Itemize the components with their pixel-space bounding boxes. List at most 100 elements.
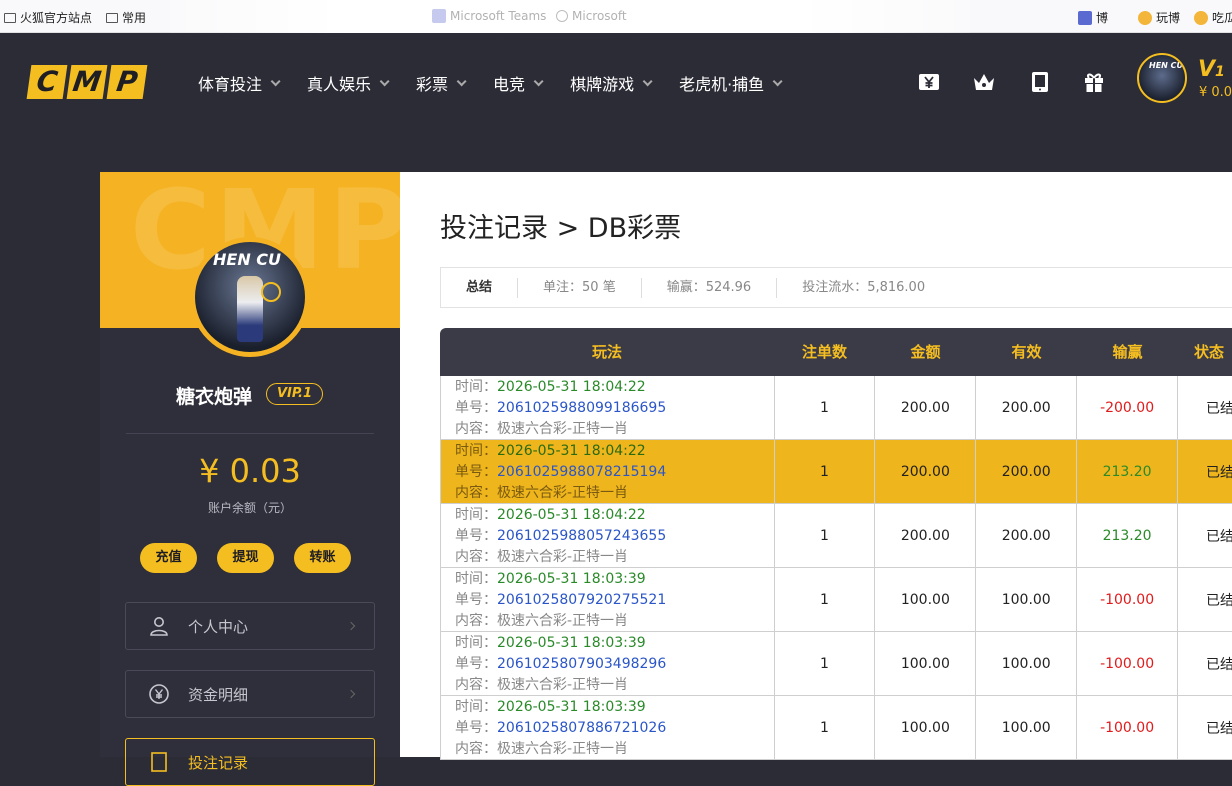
order-number-link[interactable]: 2061025807903498296 [497, 656, 666, 672]
bet-content: 极速六合彩-正特一肖 [497, 549, 629, 565]
nav-chess-games[interactable]: 棋牌游戏 [570, 71, 653, 95]
menu-bet-records[interactable]: 投注记录 [125, 738, 375, 786]
order-number-link[interactable]: 2061025988078215194 [497, 464, 666, 480]
team-logo [261, 282, 281, 302]
header-avatar[interactable]: HEN CU [1137, 53, 1187, 103]
order-label: 单号： [455, 592, 497, 608]
nav-esports[interactable]: 电竞 [493, 71, 544, 95]
vip-number: 1 [1215, 64, 1225, 80]
logo-letter: C [26, 65, 68, 99]
table-row[interactable]: 时间：2026-05-31 18:04:22 单号：206102598809918… [440, 376, 1232, 440]
order-label: 单号： [455, 464, 497, 480]
table-row[interactable]: 时间：2026-05-31 18:03:39 单号：206102580792027… [440, 568, 1232, 632]
nav-label: 棋牌游戏 [570, 75, 635, 94]
menu-personal-center[interactable]: 个人中心 [125, 602, 375, 650]
transfer-button[interactable]: 转账 [294, 543, 351, 573]
time-line: 时间：2026-05-31 18:03:39 [455, 569, 774, 590]
nav-slots-fishing[interactable]: 老虎机·捕鱼 [679, 71, 783, 95]
avatar-image: HEN CU [195, 242, 305, 352]
user-avatar[interactable]: HEN CU [190, 237, 310, 357]
bet-status: 已结 [1178, 568, 1232, 631]
bet-records-table: 玩法 注单数 金额 有效 输赢 状态 时间：2026-05-31 18:04:2… [440, 328, 1232, 760]
order-number-link[interactable]: 2061025807886721026 [497, 720, 666, 736]
gift-icon[interactable] [1082, 70, 1106, 94]
bet-amount: 200.00 [875, 440, 977, 503]
order-number-link[interactable]: 2061025988099186695 [497, 400, 666, 416]
site-header: C M P 体育投注 真人娱乐 彩票 电竞 棋牌游戏 老虎机·捕鱼 HEN CU… [0, 33, 1232, 133]
order-label: 单号： [455, 720, 497, 736]
chevron-down-icon [772, 75, 783, 86]
bookmark-item[interactable]: Microsoft [556, 9, 627, 23]
yen-card-icon[interactable] [917, 70, 941, 94]
order-line: 单号：2061025807920275521 [455, 590, 774, 611]
crown-icon[interactable] [972, 70, 996, 94]
bookmark-item[interactable]: 吃瓜 [1194, 9, 1232, 26]
bookmark-item[interactable]: Microsoft Teams [432, 9, 546, 23]
nav-sports[interactable]: 体育投注 [198, 71, 281, 95]
yen-circle-icon [149, 684, 169, 704]
bookmark-label: Microsoft Teams [450, 9, 547, 23]
user-icon [150, 617, 168, 636]
table-row[interactable]: 时间：2026-05-31 18:04:22 单号：206102598807821… [440, 440, 1232, 504]
win-loss: -100.00 [1077, 568, 1179, 631]
logo-letter: P [106, 65, 148, 99]
column-header: 注单数 [801, 343, 847, 361]
time-label: 时间： [455, 443, 497, 459]
divider [126, 433, 374, 434]
nav-lottery[interactable]: 彩票 [416, 71, 467, 95]
avatar-text: HEN CU [1149, 61, 1184, 70]
content-label: 内容： [455, 613, 497, 629]
bet-time: 2026-05-31 18:03:39 [497, 699, 646, 715]
time-line: 时间：2026-05-31 18:04:22 [455, 377, 774, 398]
order-line: 单号：2061025988078215194 [455, 462, 774, 483]
bet-time: 2026-05-31 18:04:22 [497, 443, 646, 459]
content-line: 内容：极速六合彩-正特一肖 [455, 611, 774, 632]
nav-live-casino[interactable]: 真人娱乐 [307, 71, 390, 95]
bookmark-item[interactable]: 博 [1078, 9, 1108, 26]
order-number-link[interactable]: 2061025807920275521 [497, 592, 666, 608]
site-logo[interactable]: C M P [26, 65, 148, 99]
chevron-right-icon [346, 689, 356, 699]
tablet-icon[interactable] [1028, 70, 1052, 94]
win-loss: -100.00 [1077, 696, 1179, 759]
bet-info-cell: 时间：2026-05-31 18:03:39 单号：206102580790349… [441, 632, 775, 695]
chevron-right-icon [346, 621, 356, 631]
menu-fund-details[interactable]: 资金明细 [125, 670, 375, 718]
win-loss: -100.00 [1077, 632, 1179, 695]
account-balance: ¥ 0.03 [199, 452, 301, 490]
time-label: 时间： [455, 699, 497, 715]
table-body: 时间：2026-05-31 18:04:22 单号：206102598809918… [440, 376, 1232, 760]
bookmark-item[interactable]: 火狐官方站点 [4, 9, 92, 26]
page-title: 投注记录 > DB彩票 [440, 213, 682, 244]
content-label: 内容： [455, 549, 497, 565]
order-number-link[interactable]: 2061025988057243655 [497, 528, 666, 544]
content-line: 内容：极速六合彩-正特一肖 [455, 675, 774, 696]
content-label: 内容： [455, 741, 497, 757]
nav-label: 彩票 [416, 75, 449, 94]
content-line: 内容：极速六合彩-正特一肖 [455, 419, 774, 440]
avatar-text: HEN CU [213, 250, 282, 269]
bookmark-item[interactable]: 常用 [106, 9, 146, 26]
bet-count: 1 [775, 440, 876, 503]
time-line: 时间：2026-05-31 18:03:39 [455, 697, 774, 718]
bet-info-cell: 时间：2026-05-31 18:04:22 单号：206102598805724… [441, 504, 775, 567]
order-label: 单号： [455, 656, 497, 672]
time-label: 时间： [455, 507, 497, 523]
win-loss: 213.20 [1077, 440, 1179, 503]
table-row[interactable]: 时间：2026-05-31 18:03:39 单号：206102580790349… [440, 632, 1232, 696]
bet-info-cell: 时间：2026-05-31 18:03:39 单号：206102580792027… [441, 568, 775, 631]
folder-icon [106, 12, 118, 23]
table-row[interactable]: 时间：2026-05-31 18:04:22 单号：206102598805724… [440, 504, 1232, 568]
bet-status: 已结 [1178, 376, 1232, 439]
bet-status: 已结 [1178, 696, 1232, 759]
withdraw-button[interactable]: 提现 [217, 543, 274, 573]
table-row[interactable]: 时间：2026-05-31 18:03:39 单号：206102580788672… [440, 696, 1232, 760]
column-header: 状态 [1193, 343, 1224, 361]
bet-content: 极速六合彩-正特一肖 [497, 741, 629, 757]
main-panel: 投注记录 > DB彩票 总结 单注：50 笔 输赢：524.96 投注流水：5,… [400, 172, 1232, 760]
folder-icon [4, 12, 16, 23]
valid-amount: 200.00 [976, 504, 1078, 567]
deposit-button[interactable]: 充值 [140, 543, 197, 573]
bookmark-item[interactable]: 玩博 [1138, 9, 1180, 26]
column-header: 玩法 [591, 343, 622, 361]
